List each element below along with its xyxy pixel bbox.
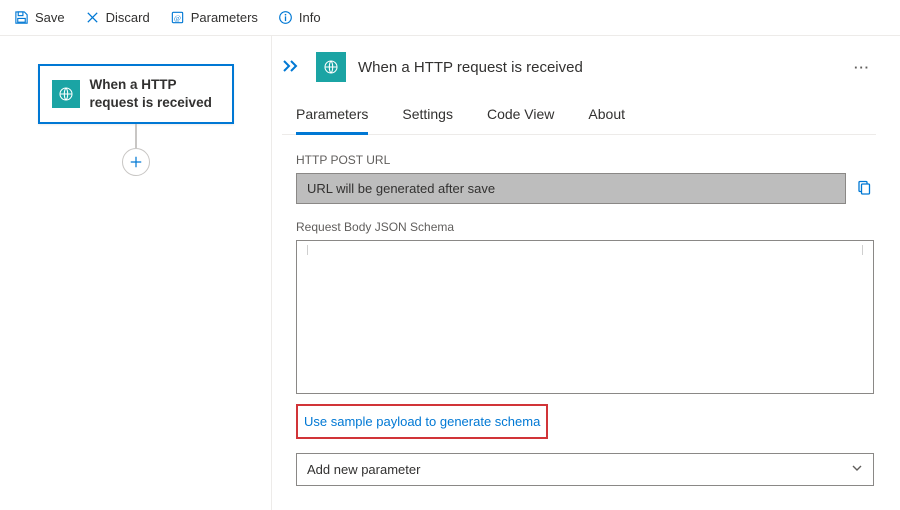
- add-step-button[interactable]: [122, 148, 150, 176]
- parameters-icon: @: [170, 10, 185, 25]
- svg-text:@: @: [174, 13, 181, 22]
- discard-button[interactable]: Discard: [75, 4, 160, 31]
- chevron-down-icon: [851, 462, 863, 477]
- discard-label: Discard: [106, 10, 150, 25]
- more-options-button[interactable]: ···: [848, 56, 876, 79]
- connector-line: [135, 124, 137, 148]
- trigger-node[interactable]: When a HTTP request is received: [38, 64, 234, 124]
- collapse-panel-button[interactable]: [282, 55, 304, 80]
- http-trigger-icon: [316, 52, 346, 82]
- info-icon: [278, 10, 293, 25]
- http-trigger-icon: [52, 80, 80, 108]
- highlight-box: Use sample payload to generate schema: [296, 404, 548, 439]
- tab-code-view[interactable]: Code View: [487, 100, 554, 135]
- parameters-button[interactable]: @ Parameters: [160, 4, 268, 31]
- generate-schema-link[interactable]: Use sample payload to generate schema: [304, 414, 540, 429]
- add-parameter-dropdown[interactable]: Add new parameter: [296, 453, 874, 486]
- copy-url-button[interactable]: [856, 180, 874, 198]
- detail-tabs: Parameters Settings Code View About: [282, 100, 876, 135]
- save-button[interactable]: Save: [4, 4, 75, 31]
- info-label: Info: [299, 10, 321, 25]
- add-parameter-label: Add new parameter: [307, 462, 420, 477]
- schema-label: Request Body JSON Schema: [296, 220, 874, 234]
- save-label: Save: [35, 10, 65, 25]
- save-icon: [14, 10, 29, 25]
- panel-title: When a HTTP request is received: [358, 59, 836, 76]
- tab-parameters[interactable]: Parameters: [296, 100, 368, 135]
- command-bar: Save Discard @ Parameters Info: [0, 0, 900, 36]
- trigger-node-title: When a HTTP request is received: [90, 76, 220, 112]
- tab-about[interactable]: About: [588, 100, 625, 135]
- parameters-label: Parameters: [191, 10, 258, 25]
- workflow-canvas: When a HTTP request is received: [0, 36, 272, 510]
- details-panel: When a HTTP request is received ··· Para…: [272, 36, 900, 510]
- http-post-url-field: URL will be generated after save: [296, 173, 846, 204]
- http-post-url-label: HTTP POST URL: [296, 153, 874, 167]
- json-schema-textarea[interactable]: [296, 240, 874, 394]
- discard-icon: [85, 10, 100, 25]
- tab-settings[interactable]: Settings: [402, 100, 453, 135]
- info-button[interactable]: Info: [268, 4, 331, 31]
